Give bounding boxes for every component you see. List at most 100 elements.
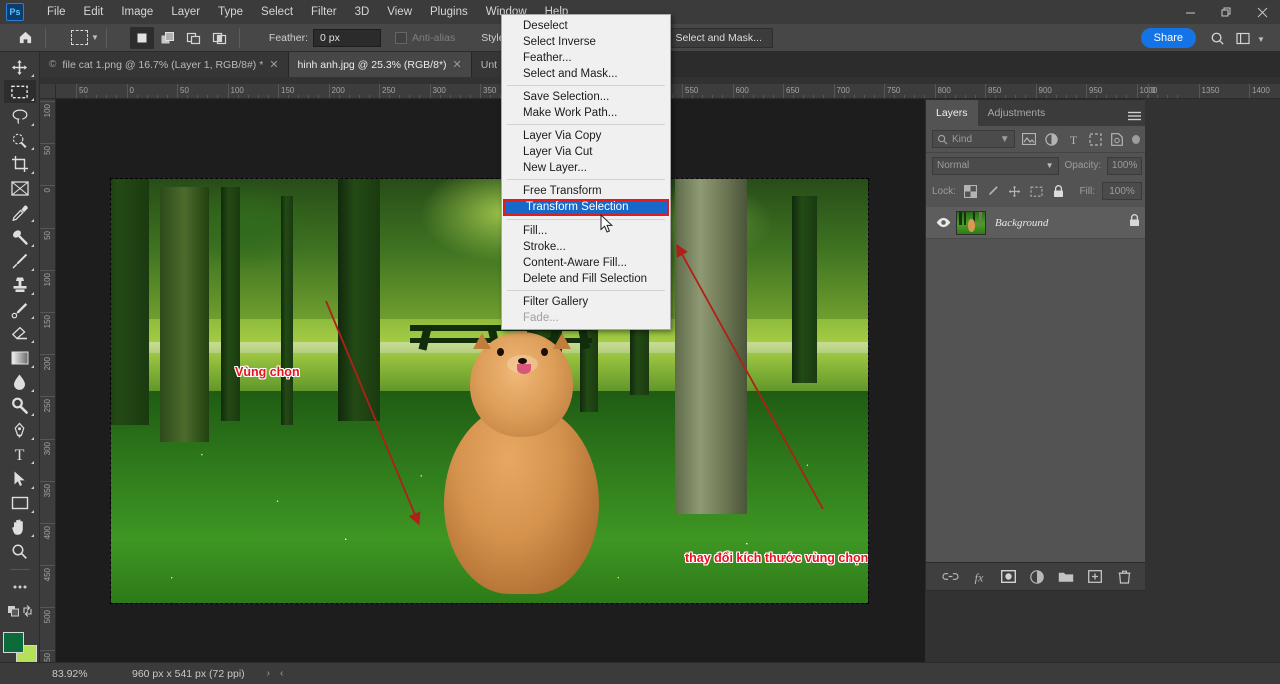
document-artboard[interactable]: Vùng chọn thay đổi kích thước vùng chọn xyxy=(111,179,868,603)
canvas-area[interactable]: Vùng chọn thay đổi kích thước vùng chọn xyxy=(56,99,925,662)
brush-tool[interactable] xyxy=(4,250,36,273)
clone-stamp-tool[interactable] xyxy=(4,274,36,297)
layer-row-background[interactable]: Background xyxy=(926,207,1148,239)
menu-item-feather[interactable]: Feather... xyxy=(502,50,670,66)
anti-alias-checkbox[interactable] xyxy=(395,32,407,44)
layer-style-fx-icon[interactable]: fx xyxy=(970,568,988,586)
dodge-tool[interactable] xyxy=(4,395,36,418)
menu-type[interactable]: Type xyxy=(209,3,252,21)
menu-item-layer-via-cut[interactable]: Layer Via Cut xyxy=(502,144,670,160)
lock-transparent-pixels-icon[interactable] xyxy=(963,184,978,199)
restore-button[interactable] xyxy=(1208,0,1244,24)
tool-preset-picker[interactable]: ▼ xyxy=(71,30,99,45)
menu-edit[interactable]: Edit xyxy=(75,3,113,21)
menu-plugins[interactable]: Plugins xyxy=(421,3,477,21)
blur-tool[interactable] xyxy=(4,371,36,394)
panel-menu-icon[interactable] xyxy=(1128,108,1141,126)
menu-filter[interactable]: Filter xyxy=(302,3,346,21)
foreground-color-swatch[interactable] xyxy=(3,632,24,653)
hand-tool[interactable] xyxy=(4,516,36,539)
home-icon[interactable] xyxy=(12,27,38,49)
move-tool[interactable] xyxy=(4,56,36,79)
lock-image-pixels-icon[interactable] xyxy=(985,184,1000,199)
add-layer-mask-icon[interactable] xyxy=(999,568,1017,586)
menu-item-select-and-mask[interactable]: Select and Mask... xyxy=(502,66,670,82)
zoom-tool[interactable] xyxy=(4,540,36,563)
tab-layers[interactable]: Layers xyxy=(926,100,978,126)
menu-layer[interactable]: Layer xyxy=(162,3,209,21)
menu-item-layer-via-copy[interactable]: Layer Via Copy xyxy=(502,128,670,144)
delete-layer-icon[interactable] xyxy=(1115,568,1133,586)
frame-tool[interactable] xyxy=(4,177,36,200)
menu-item-filter-gallery[interactable]: Filter Gallery xyxy=(502,294,670,310)
pixel-layer-filter-icon[interactable] xyxy=(1022,131,1037,148)
menu-item-new-layer[interactable]: New Layer... xyxy=(502,160,670,176)
menu-item-save-selection[interactable]: Save Selection... xyxy=(502,89,670,105)
search-icon[interactable] xyxy=(1206,27,1228,49)
close-icon[interactable]: ✕ xyxy=(453,58,462,71)
default-colors-button[interactable] xyxy=(4,599,36,622)
lock-position-icon[interactable] xyxy=(1007,184,1022,199)
tab-adjustments[interactable]: Adjustments xyxy=(978,100,1056,126)
layer-visibility-toggle[interactable] xyxy=(930,217,956,228)
eraser-tool[interactable] xyxy=(4,322,36,345)
menu-item-delete-and-fill-selection[interactable]: Delete and Fill Selection xyxy=(502,271,670,287)
menu-select[interactable]: Select xyxy=(252,3,302,21)
menu-item-transform-selection[interactable]: Transform Selection xyxy=(503,199,669,216)
menu-item-make-work-path[interactable]: Make Work Path... xyxy=(502,105,670,121)
link-layers-icon[interactable] xyxy=(941,568,959,586)
menu-view[interactable]: View xyxy=(378,3,421,21)
layer-filter-kind-select[interactable]: Kind ▼ xyxy=(932,130,1015,148)
add-to-selection-button[interactable] xyxy=(156,27,180,49)
menu-file[interactable]: File xyxy=(38,3,75,21)
crop-tool[interactable] xyxy=(4,153,36,176)
layer-name[interactable]: Background xyxy=(995,217,1048,229)
gradient-tool[interactable] xyxy=(4,346,36,369)
shape-layer-filter-icon[interactable] xyxy=(1088,131,1103,148)
horizontal-type-tool[interactable]: T xyxy=(4,443,36,466)
intersect-with-selection-button[interactable] xyxy=(208,27,232,49)
menu-item-select-inverse[interactable]: Select Inverse xyxy=(502,34,670,50)
spot-healing-brush-tool[interactable] xyxy=(4,225,36,248)
menu-item-stroke[interactable]: Stroke... xyxy=(502,239,670,255)
fill-value[interactable]: 100% xyxy=(1102,182,1142,200)
new-layer-icon[interactable] xyxy=(1086,568,1104,586)
pen-tool[interactable] xyxy=(4,419,36,442)
menu-image[interactable]: Image xyxy=(112,3,162,21)
rectangular-marquee-tool[interactable] xyxy=(4,80,36,103)
layer-lock-icon[interactable] xyxy=(1129,214,1140,232)
color-swatches[interactable] xyxy=(3,632,37,662)
status-collapse-icon[interactable]: ‹ xyxy=(280,668,283,679)
new-adjustment-layer-icon[interactable] xyxy=(1028,568,1046,586)
type-layer-filter-icon[interactable]: T xyxy=(1066,131,1081,148)
smart-object-filter-icon[interactable] xyxy=(1110,131,1125,148)
opacity-value[interactable]: 100% xyxy=(1107,157,1142,175)
object-selection-tool[interactable] xyxy=(4,129,36,152)
tab-file-cat-1[interactable]: © file cat 1.png @ 16.7% (Layer 1, RGB/8… xyxy=(40,52,289,77)
rectangle-tool[interactable] xyxy=(4,492,36,515)
adjustment-layer-filter-icon[interactable] xyxy=(1044,131,1059,148)
share-button[interactable]: Share xyxy=(1141,28,1196,48)
lock-all-icon[interactable] xyxy=(1051,184,1066,199)
lock-artboard-nesting-icon[interactable] xyxy=(1029,184,1044,199)
vertical-ruler[interactable]: 10050050100150200250300350400450500550 xyxy=(40,99,56,662)
filter-toggle[interactable] xyxy=(1132,135,1140,144)
path-selection-tool[interactable] xyxy=(4,467,36,490)
select-and-mask-button[interactable]: Select and Mask... xyxy=(664,28,772,48)
eyedropper-tool[interactable] xyxy=(4,201,36,224)
status-expand-icon[interactable]: › xyxy=(267,668,270,679)
minimize-button[interactable] xyxy=(1172,0,1208,24)
new-selection-button[interactable] xyxy=(130,27,154,49)
tab-hinh-anh[interactable]: hinh anh.jpg @ 25.3% (RGB/8*) ✕ xyxy=(289,52,472,77)
menu-item-deselect[interactable]: Deselect xyxy=(502,18,670,34)
lasso-tool[interactable] xyxy=(4,104,36,127)
close-button[interactable] xyxy=(1244,0,1280,24)
menu-item-free-transform[interactable]: Free Transform xyxy=(502,183,670,199)
history-brush-tool[interactable] xyxy=(4,298,36,321)
close-icon[interactable]: ✕ xyxy=(269,58,278,71)
workspace-chevron-icon[interactable]: ▼ xyxy=(1250,28,1272,50)
zoom-level[interactable]: 83.92% xyxy=(52,668,108,680)
new-group-icon[interactable] xyxy=(1057,568,1075,586)
menu-item-content-aware-fill[interactable]: Content-Aware Fill... xyxy=(502,255,670,271)
layer-thumbnail[interactable] xyxy=(956,211,986,235)
